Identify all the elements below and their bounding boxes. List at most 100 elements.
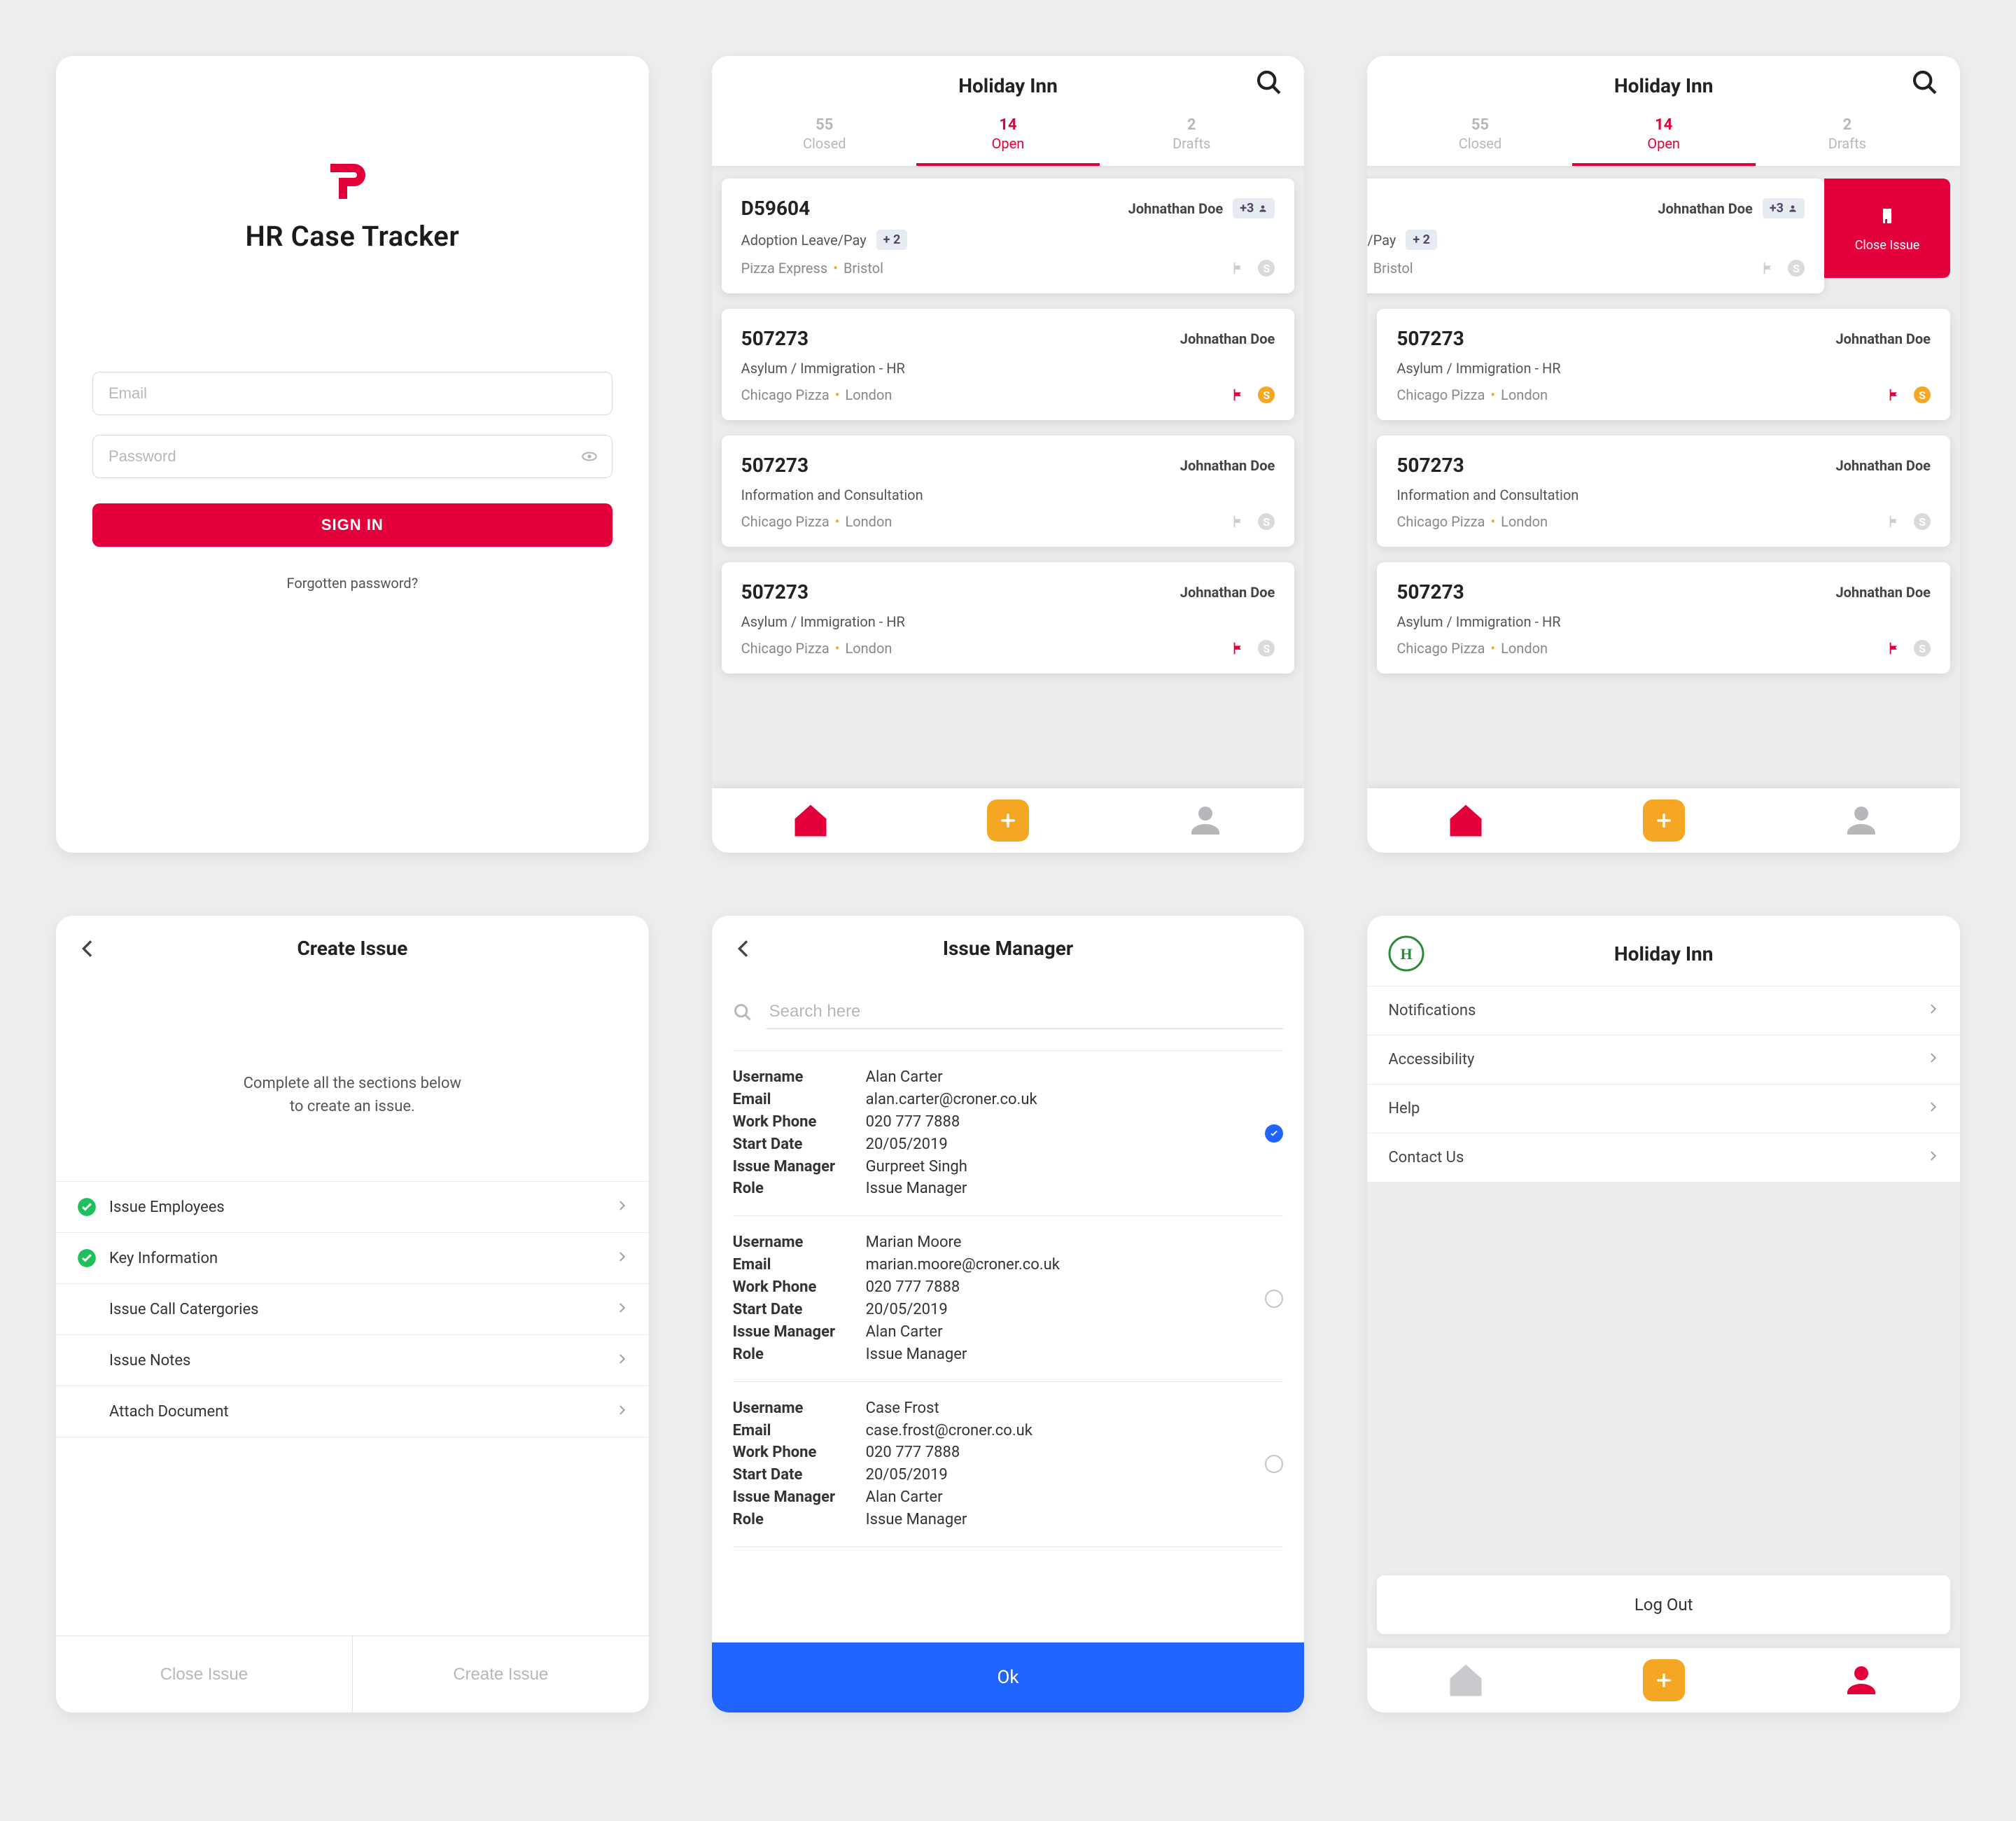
- payment-icon: S: [1258, 640, 1275, 657]
- settings-row[interactable]: Help: [1367, 1084, 1960, 1133]
- case-location: Chicago Pizza•London: [1396, 640, 1548, 657]
- mgr-phone: 020 777 7888: [866, 1111, 960, 1133]
- chevron-right-icon: [615, 1250, 628, 1267]
- issue-list-screen: Holiday Inn 55 Closed 14 Open 2: [712, 56, 1305, 853]
- chevron-right-icon: [615, 1301, 628, 1318]
- case-category: Information and Consultation: [741, 487, 923, 503]
- manager-item[interactable]: UsernameAlan Carter Emailalan.carter@cro…: [733, 1050, 1284, 1216]
- case-category: Adoption Leave/Pay: [1367, 232, 1396, 249]
- email-field[interactable]: [92, 372, 612, 415]
- case-location: Chicago Pizza•London: [1396, 513, 1548, 530]
- nav-add-button[interactable]: [987, 800, 1029, 842]
- nav-home-icon[interactable]: [1445, 1659, 1487, 1701]
- radio-unselected[interactable]: [1265, 1455, 1283, 1473]
- section-label: Issue Call Catergories: [109, 1301, 259, 1318]
- section-row[interactable]: Issue Call Catergories: [56, 1284, 649, 1335]
- case-location: Chicago Pizza•London: [1396, 386, 1548, 403]
- svg-text:H: H: [1401, 945, 1413, 963]
- nav-home-icon[interactable]: [790, 800, 832, 842]
- assignee-name: Johnathan Doe: [1128, 200, 1224, 217]
- mgr-email: marian.moore@croner.co.uk: [866, 1254, 1060, 1276]
- case-card[interactable]: 507273 Johnathan Doe Asylum / Immigratio…: [1377, 562, 1950, 674]
- section-row[interactable]: Issue Notes: [56, 1335, 649, 1386]
- settings-row[interactable]: Accessibility: [1367, 1035, 1960, 1084]
- mgr-role: Issue Manager: [866, 1178, 967, 1200]
- nav-profile-icon[interactable]: [1840, 800, 1882, 842]
- page-title: Create Issue: [99, 937, 606, 960]
- close-issue-label: Close Issue: [1855, 238, 1920, 253]
- tab-closed[interactable]: 55 Closed: [1388, 109, 1572, 166]
- show-password-icon[interactable]: [580, 447, 598, 466]
- case-id: 507273: [1396, 454, 1464, 477]
- payment-icon: S: [1258, 386, 1275, 403]
- forgotten-password-link[interactable]: Forgotten password?: [92, 575, 612, 592]
- extra-categories-chip: + 2: [1406, 230, 1437, 250]
- case-id: 507273: [1396, 580, 1464, 603]
- case-card[interactable]: 507273 Johnathan Doe Asylum / Immigratio…: [722, 309, 1295, 420]
- mgr-email: case.frost@croner.co.uk: [866, 1420, 1032, 1442]
- close-issue-swipe[interactable]: Close Issue: [1824, 179, 1950, 278]
- extra-categories-chip: + 2: [876, 230, 908, 250]
- case-card[interactable]: D59604 Johnathan Doe +3 Adoption Leave/P…: [1367, 179, 1824, 293]
- assignee-name: Johnathan Doe: [1658, 200, 1753, 217]
- settings-row[interactable]: Notifications: [1367, 986, 1960, 1035]
- case-card[interactable]: 507273 Johnathan Doe Asylum / Immigratio…: [722, 562, 1295, 674]
- search-input[interactable]: [766, 995, 1284, 1029]
- radio-unselected[interactable]: [1265, 1290, 1283, 1308]
- search-icon: [733, 1003, 752, 1022]
- back-icon[interactable]: [77, 937, 99, 960]
- ok-button[interactable]: Ok: [712, 1642, 1305, 1712]
- manager-item[interactable]: UsernameMarian Moore Emailmarian.moore@c…: [733, 1216, 1284, 1381]
- case-category: Asylum / Immigration - HR: [741, 613, 905, 630]
- sign-in-button[interactable]: SIGN IN: [92, 503, 612, 547]
- assignee-name: Johnathan Doe: [1835, 330, 1931, 347]
- mgr-manager: Alan Carter: [866, 1486, 943, 1509]
- case-card[interactable]: D59604 Johnathan Doe +3 Adoption Leave/P…: [722, 179, 1295, 293]
- settings-label: Contact Us: [1388, 1149, 1464, 1166]
- search-icon[interactable]: [1255, 69, 1283, 97]
- section-label: Issue Employees: [109, 1199, 225, 1216]
- back-icon[interactable]: [733, 937, 755, 960]
- tab-drafts[interactable]: 2 Drafts: [1756, 109, 1939, 166]
- tab-drafts[interactable]: 2 Drafts: [1100, 109, 1283, 166]
- nav-home-icon[interactable]: [1445, 800, 1487, 842]
- mgr-username: Alan Carter: [866, 1066, 943, 1089]
- case-location: Pizza Express•Bristol: [1367, 260, 1413, 277]
- case-card[interactable]: 507273 Johnathan Doe Asylum / Immigratio…: [1377, 309, 1950, 420]
- section-row[interactable]: Issue Employees: [56, 1182, 649, 1233]
- app-title: HR Case Tracker: [245, 220, 459, 253]
- case-category: Asylum / Immigration - HR: [1396, 613, 1560, 630]
- log-out-button[interactable]: Log Out: [1377, 1575, 1950, 1634]
- chevron-right-icon: [1926, 1051, 1939, 1068]
- create-issue-button[interactable]: Create Issue: [352, 1636, 649, 1712]
- assignee-name: Johnathan Doe: [1835, 584, 1931, 601]
- case-card[interactable]: 507273 Johnathan Doe Information and Con…: [1377, 435, 1950, 547]
- radio-selected[interactable]: [1265, 1124, 1283, 1143]
- nav-add-button[interactable]: [1643, 800, 1685, 842]
- settings-row[interactable]: Contact Us: [1367, 1133, 1960, 1182]
- tab-open[interactable]: 14 Open: [916, 109, 1100, 166]
- mgr-manager: Gurpreet Singh: [866, 1156, 967, 1178]
- tab-open[interactable]: 14 Open: [1572, 109, 1756, 166]
- mgr-start: 20/05/2019: [866, 1464, 948, 1486]
- nav-add-button[interactable]: [1643, 1659, 1685, 1701]
- flag-icon: [1887, 641, 1903, 656]
- close-issue-button[interactable]: Close Issue: [56, 1636, 352, 1712]
- brand-name: Holiday Inn: [1367, 942, 1960, 965]
- extra-assignees-chip: +3: [1763, 198, 1805, 218]
- issue-list-screen-swiped: Holiday Inn 55 Closed 14 Open 2: [1367, 56, 1960, 853]
- section-row[interactable]: Key Information: [56, 1233, 649, 1284]
- mgr-email: alan.carter@croner.co.uk: [866, 1089, 1037, 1111]
- case-id: 507273: [1396, 327, 1464, 350]
- nav-profile-icon[interactable]: [1184, 800, 1226, 842]
- section-row[interactable]: Attach Document: [56, 1386, 649, 1437]
- flag-icon: [1231, 641, 1247, 656]
- password-field[interactable]: [92, 435, 612, 478]
- search-icon[interactable]: [1911, 69, 1939, 97]
- tab-closed[interactable]: 55 Closed: [733, 109, 916, 166]
- nav-profile-icon[interactable]: [1840, 1659, 1882, 1701]
- manager-item[interactable]: UsernameCase Frost Emailcase.frost@crone…: [733, 1382, 1284, 1547]
- assignee-name: Johnathan Doe: [1180, 457, 1275, 474]
- client-name: Holiday Inn: [958, 74, 1058, 97]
- case-card[interactable]: 507273 Johnathan Doe Information and Con…: [722, 435, 1295, 547]
